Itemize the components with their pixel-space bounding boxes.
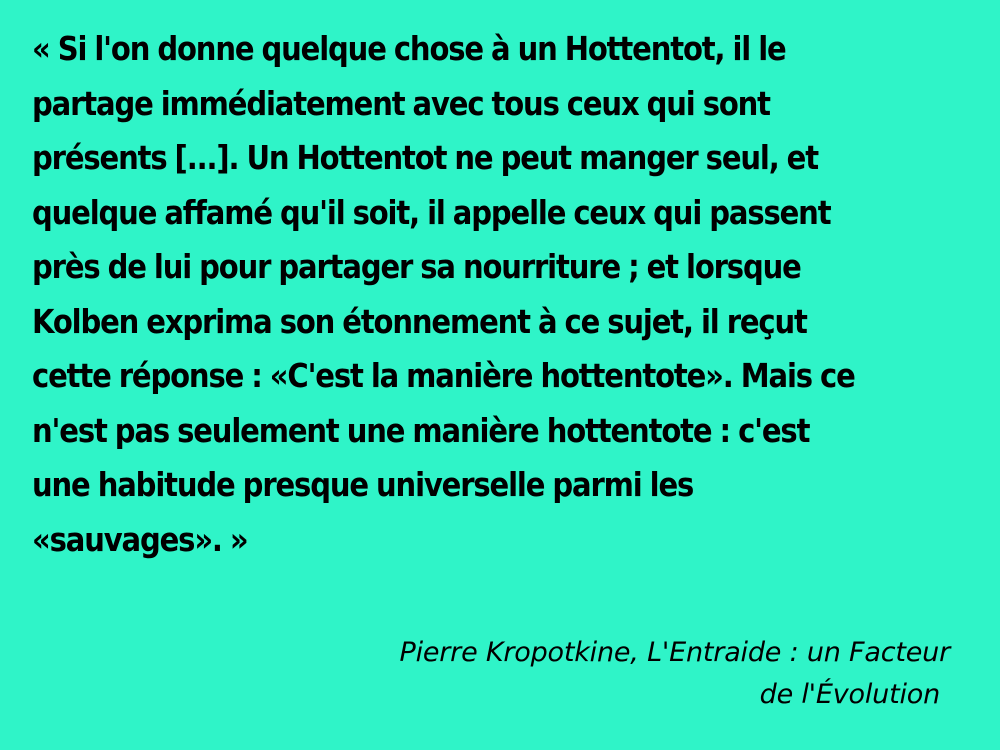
quote-line: présents [...]. Un Hottentot ne peut man… [32, 138, 819, 177]
quote-line: Kolben exprima son étonnement à ce sujet… [32, 301, 808, 341]
quote-line: près de lui pour partager sa nourriture … [32, 247, 802, 286]
attribution-line: Pierre Kropotkine, L'Entraide : un Facte… [399, 637, 950, 668]
quote-line: une habitude presque universelle parmi l… [32, 465, 694, 504]
quote-attribution: Pierre Kropotkine, L'Entraide : un Facte… [300, 632, 950, 716]
quote-line: partage immédiatement avec tous ceux qui… [32, 83, 771, 123]
quote-line: « Si l'on donne quelque chose à un Hotte… [32, 29, 787, 68]
quote-line: n'est pas seulement une manière hottento… [32, 410, 810, 450]
quote-slide: « Si l'on donne quelque chose à un Hotte… [0, 0, 1000, 750]
quote-line: quelque affamé qu'il soit, il appelle ce… [32, 192, 832, 232]
quote-line: cette réponse : «C'est la manière hotten… [32, 356, 856, 395]
attribution-line: de l'Évolution [759, 679, 941, 710]
quote-line: «sauvages». » [32, 519, 249, 559]
quote-text: « Si l'on donne quelque chose à un Hotte… [32, 22, 868, 567]
